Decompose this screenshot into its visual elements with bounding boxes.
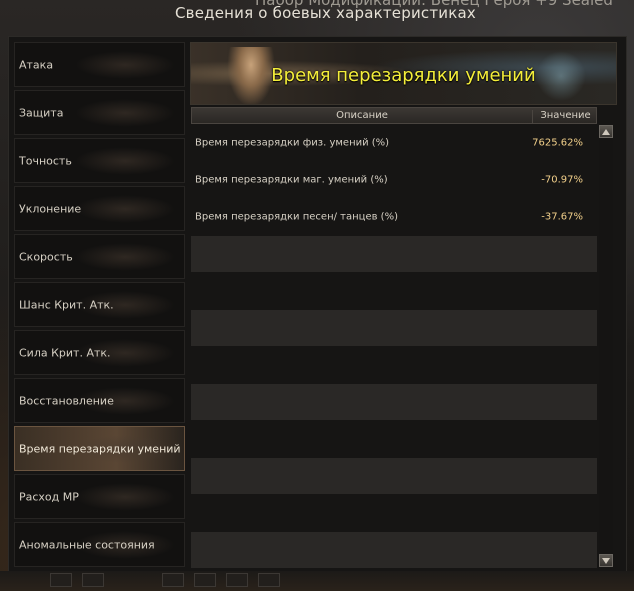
sidebar-item-accuracy[interactable]: Точность bbox=[14, 138, 185, 183]
column-header-description: Описание bbox=[336, 110, 388, 121]
window-title: Сведения о боевых характеристиках bbox=[175, 4, 476, 22]
hotbar-slot[interactable] bbox=[162, 573, 184, 587]
sidebar-item-label: Скорость bbox=[19, 250, 73, 263]
sidebar-item-evasion[interactable]: Уклонение bbox=[14, 186, 185, 231]
table-row bbox=[191, 458, 597, 494]
sidebar-item-label: Время перезарядки умений bbox=[19, 442, 181, 455]
sidebar-item-mp-consumption[interactable]: Расход MP bbox=[14, 474, 185, 519]
column-header-value: Значение bbox=[532, 110, 598, 124]
sidebar-item-abnormal-states[interactable]: Аномальные состояния bbox=[14, 522, 185, 567]
hotbar-strip bbox=[0, 571, 634, 591]
sidebar-item-label: Аномальные состояния bbox=[19, 538, 155, 551]
row-value: -70.97% bbox=[541, 174, 583, 186]
table-row bbox=[191, 236, 597, 272]
table-row: Время перезарядки песен/ танцев (%) -37.… bbox=[191, 199, 597, 235]
table-row bbox=[191, 421, 597, 457]
hotbar-slot[interactable] bbox=[226, 573, 248, 587]
scroll-up-button[interactable] bbox=[599, 125, 613, 138]
table-row bbox=[191, 495, 597, 531]
sidebar-item-defense[interactable]: Защита bbox=[14, 90, 185, 135]
row-description: Время перезарядки физ. умений (%) bbox=[195, 137, 390, 149]
table-row: Время перезарядки маг. умений (%) -70.97… bbox=[191, 162, 597, 198]
arrow-up-icon bbox=[602, 128, 610, 135]
hotbar-slot[interactable] bbox=[50, 573, 72, 587]
sidebar-item-attack[interactable]: Атака bbox=[14, 42, 185, 87]
sidebar-item-skill-cooldown[interactable]: Время перезарядки умений bbox=[14, 426, 185, 471]
sidebar-item-label: Защита bbox=[19, 106, 64, 119]
table-row bbox=[191, 532, 597, 568]
sidebar-item-label: Атака bbox=[19, 58, 54, 71]
scroll-down-button[interactable] bbox=[599, 554, 613, 567]
sidebar-item-label: Уклонение bbox=[19, 202, 82, 215]
hotbar-slot[interactable] bbox=[194, 573, 216, 587]
row-value: -37.67% bbox=[541, 211, 583, 223]
row-description: Время перезарядки песен/ танцев (%) bbox=[195, 211, 398, 223]
row-description: Время перезарядки маг. умений (%) bbox=[195, 174, 388, 186]
stats-table: Время перезарядки физ. умений (%) 7625.6… bbox=[191, 125, 597, 568]
table-row bbox=[191, 310, 597, 346]
table-scrollbar[interactable] bbox=[599, 125, 613, 567]
table-row bbox=[191, 347, 597, 383]
sidebar-item-label: Расход MP bbox=[19, 490, 79, 503]
sidebar-item-speed[interactable]: Скорость bbox=[14, 234, 185, 279]
banner-title: Время перезарядки умений bbox=[271, 65, 536, 86]
category-banner: Время перезарядки умений bbox=[190, 42, 617, 105]
row-value: 7625.62% bbox=[532, 137, 583, 149]
sidebar-item-label: Восстановление bbox=[19, 394, 114, 407]
sidebar-item-crit-power[interactable]: Сила Крит. Атк. bbox=[14, 330, 185, 375]
category-sidebar: Атака Защита Точность Уклонение Скорость… bbox=[14, 42, 185, 567]
sidebar-item-crit-rate[interactable]: Шанс Крит. Атк. bbox=[14, 282, 185, 327]
table-header: Описание Значение bbox=[191, 107, 597, 124]
table-row bbox=[191, 273, 597, 309]
sidebar-item-recovery[interactable]: Восстановление bbox=[14, 378, 185, 423]
arrow-down-icon bbox=[602, 557, 610, 564]
table-row bbox=[191, 384, 597, 420]
sidebar-item-label: Сила Крит. Атк. bbox=[19, 346, 111, 359]
sidebar-item-label: Точность bbox=[19, 154, 72, 167]
sidebar-item-label: Шанс Крит. Атк. bbox=[19, 298, 114, 311]
hotbar-slot[interactable] bbox=[258, 573, 280, 587]
table-row: Время перезарядки физ. умений (%) 7625.6… bbox=[191, 125, 597, 161]
hotbar-slot[interactable] bbox=[82, 573, 104, 587]
